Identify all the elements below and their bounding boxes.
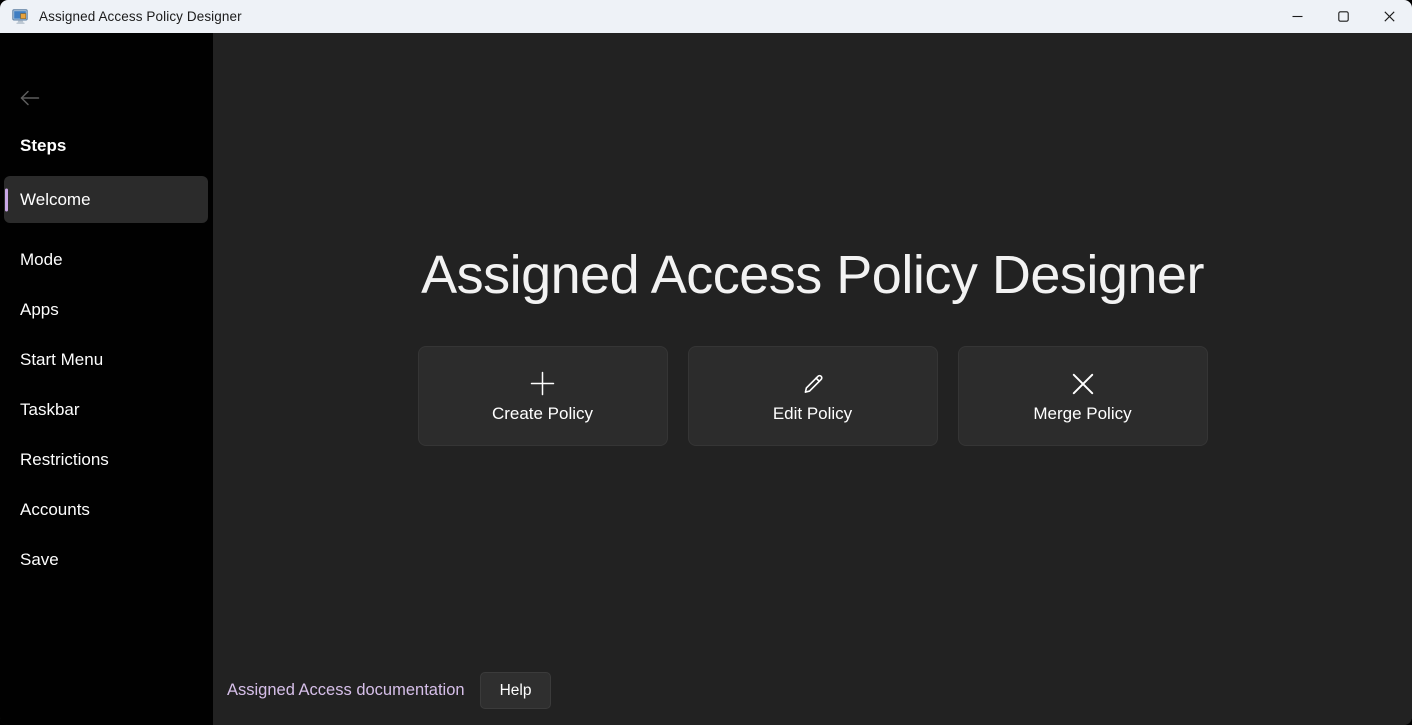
merge-policy-button[interactable]: Merge Policy: [957, 346, 1208, 446]
card-label: Create Policy: [491, 403, 594, 423]
sidebar-item-label: Mode: [20, 250, 63, 269]
sidebar-item-restrictions[interactable]: Restrictions: [0, 435, 213, 485]
sidebar-item-label: Restrictions: [20, 450, 109, 469]
minimize-icon[interactable]: [1274, 0, 1320, 33]
page-title: Assigned Access Policy Designer: [421, 245, 1204, 305]
caption-buttons: [1274, 0, 1412, 33]
sidebar-item-label: Accounts: [20, 500, 90, 519]
sidebar-nav: Mode Apps Start Menu Taskbar Restriction…: [0, 235, 213, 585]
plus-icon: [529, 369, 556, 399]
pencil-icon: [800, 369, 826, 399]
sidebar-item-start-menu[interactable]: Start Menu: [0, 335, 213, 385]
sidebar-item-label: Start Menu: [20, 350, 104, 369]
sidebar-item-label: Save: [20, 550, 59, 569]
create-policy-button[interactable]: Create Policy: [417, 346, 668, 446]
edit-policy-button[interactable]: Edit Policy: [687, 346, 938, 446]
selected-accent-pill: [4, 188, 8, 211]
action-cards: Create Policy Edit Policy Merge Policy: [417, 346, 1208, 446]
window-title: Assigned Access Policy Designer: [39, 9, 242, 24]
back-arrow-icon[interactable]: [14, 82, 46, 114]
sidebar-item-label: Taskbar: [20, 400, 80, 419]
card-label: Merge Policy: [1033, 403, 1132, 423]
sidebar-item-accounts[interactable]: Accounts: [0, 485, 213, 535]
maximize-icon[interactable]: [1320, 0, 1366, 33]
sidebar-item-label: Apps: [20, 300, 59, 319]
computer-monitor-icon: [12, 8, 29, 25]
sidebar: Steps Welcome Mode Apps Start Menu Taskb…: [0, 33, 213, 725]
sidebar-item-welcome[interactable]: Welcome: [4, 176, 208, 223]
sidebar-item-mode[interactable]: Mode: [0, 235, 213, 285]
sidebar-item-taskbar[interactable]: Taskbar: [0, 385, 213, 435]
card-label: Edit Policy: [772, 403, 853, 423]
main-content: Assigned Access Policy Designer Create P…: [213, 33, 1412, 725]
merge-cross-icon: [1070, 369, 1096, 399]
sidebar-item-label: Welcome: [20, 189, 91, 209]
help-button[interactable]: Help: [479, 672, 552, 709]
sidebar-item-apps[interactable]: Apps: [0, 285, 213, 335]
steps-heading: Steps: [20, 136, 67, 155]
app-window: Assigned Access Policy Designer Steps We…: [0, 0, 1412, 725]
footer: Assigned Access documentation Help: [227, 672, 552, 709]
title-bar: Assigned Access Policy Designer: [0, 0, 1412, 33]
documentation-link[interactable]: Assigned Access documentation: [227, 681, 465, 700]
close-icon[interactable]: [1366, 0, 1412, 33]
sidebar-item-save[interactable]: Save: [0, 535, 213, 585]
